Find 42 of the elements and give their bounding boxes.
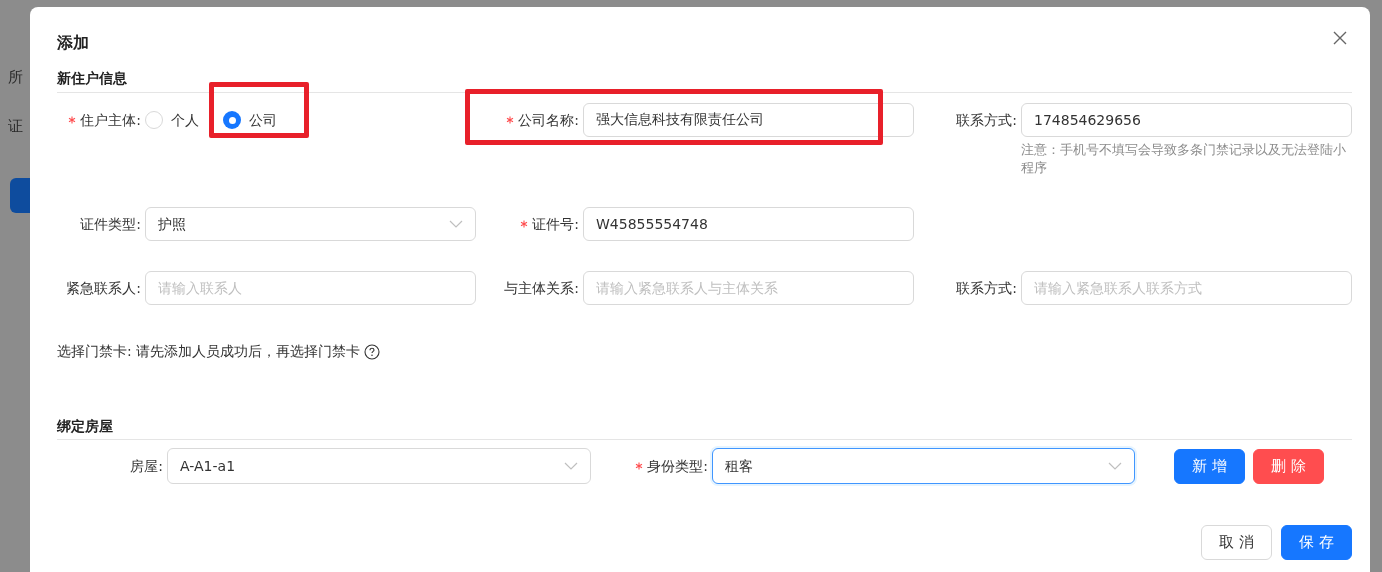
footer-button[interactable]: 取 消 (1201, 525, 1272, 560)
select-value: A-A1-a1 (180, 456, 236, 476)
chevron-down-icon (1108, 462, 1122, 470)
field-label: 联系方式: (956, 110, 1017, 130)
field-label: 与主体关系: (504, 278, 579, 298)
input-field[interactable]: 强大信息科技有限责任公司 (583, 103, 914, 137)
door-card-hint: 请先添加人员成功后，再选择门禁卡 (135, 342, 360, 361)
radio-label[interactable]: 公司 (249, 109, 277, 131)
field-label: 联系方式: (956, 278, 1017, 298)
field-label: 住户主体: (80, 110, 141, 130)
radio-label[interactable]: 个人 (171, 109, 199, 131)
field-note: 注意：手机号不填写会导致多条门禁记录以及无法登陆小程序 (1021, 141, 1347, 177)
select-value: 护照 (158, 214, 186, 234)
field-label: 紧急联系人: (66, 278, 141, 298)
chevron-down-icon (449, 220, 463, 228)
radio-button[interactable] (223, 111, 241, 129)
field-label: 身份类型: (647, 456, 708, 476)
input-field[interactable]: 请输入紧急联系人联系方式 (1021, 271, 1352, 305)
field-label: 证件号: (532, 214, 579, 234)
help-icon[interactable] (363, 343, 380, 360)
field-label: 房屋: (130, 456, 163, 476)
select-value: 租客 (725, 456, 753, 476)
select-field[interactable]: 护照 (145, 207, 476, 241)
input-field[interactable]: 请输入联系人 (145, 271, 476, 305)
radio-button[interactable] (145, 111, 163, 129)
field-label: 公司名称: (518, 110, 579, 130)
input-field[interactable]: W45855554748 (583, 207, 914, 241)
section-heading: 绑定房屋 (57, 418, 113, 434)
footer-button[interactable]: 保 存 (1281, 525, 1352, 560)
background-label: 证 (8, 115, 23, 137)
section-heading: 新住户信息 (57, 70, 127, 86)
background-label: 所 (8, 67, 23, 88)
field-label: 选择门禁卡: (57, 342, 132, 361)
select-field[interactable]: 租客 (712, 448, 1135, 484)
input-field[interactable]: 请输入紧急联系人与主体关系 (583, 271, 914, 305)
input-field[interactable]: 174854629656 (1021, 103, 1352, 137)
dialog-title: 添加 (57, 32, 89, 54)
chevron-down-icon (564, 462, 578, 470)
close-icon[interactable] (1333, 31, 1347, 45)
field-label: 证件类型: (80, 214, 141, 234)
action-button[interactable]: 新 增 (1174, 448, 1245, 484)
select-field[interactable]: A-A1-a1 (167, 448, 591, 484)
